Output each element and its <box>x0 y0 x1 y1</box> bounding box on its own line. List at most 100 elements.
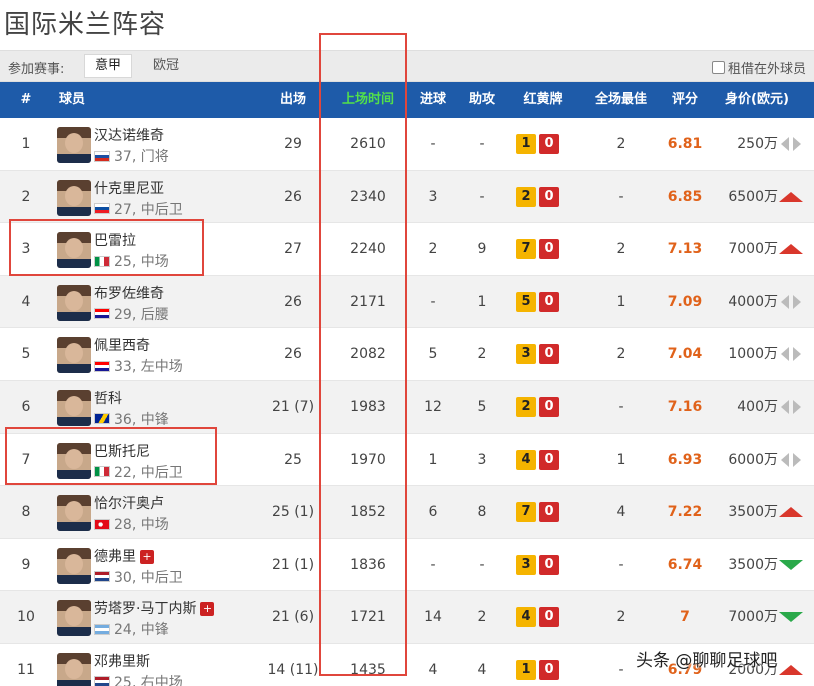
apps-value: 26 <box>284 346 302 363</box>
cards-badges: 10 <box>516 659 559 680</box>
apps-value: 21 (7) <box>271 398 315 415</box>
player-avatar[interactable] <box>57 337 91 374</box>
red-card-count: 0 <box>539 554 559 575</box>
yellow-card-count: 4 <box>516 449 536 470</box>
red-card-count: 0 <box>539 449 559 470</box>
player-age-position: 33, 左中场 <box>114 359 183 376</box>
trend-down-icon <box>779 557 803 573</box>
col-header-motm[interactable]: 全场最佳 <box>586 82 656 118</box>
table-row[interactable]: 9 德弗里 +30, 中后卫 21 (1) 1836 - - 3 0 - 6.74 3500万 <box>0 539 814 592</box>
nationality-flag-icon <box>94 308 110 320</box>
red-card-count: 0 <box>539 239 559 260</box>
market-value: 6500万 <box>728 188 778 205</box>
col-header-player[interactable]: 球员 <box>56 82 88 118</box>
rating-value: 7.09 <box>667 293 703 310</box>
player-avatar[interactable] <box>57 442 91 479</box>
trend-down-icon <box>779 609 803 625</box>
player-avatar[interactable] <box>57 495 91 532</box>
player-avatar[interactable] <box>57 600 91 637</box>
player-name[interactable]: 汉达诺维奇 <box>94 128 164 144</box>
trend-neutral-icon <box>779 452 803 468</box>
competition-filter-bar: 参加赛事: 意甲 欧冠 租借在外球员 <box>0 50 814 82</box>
yellow-card-count: 3 <box>516 344 536 365</box>
red-card-count: 0 <box>539 396 559 417</box>
red-card-count: 0 <box>539 659 559 680</box>
league-tab-ucl[interactable]: 欧冠 <box>142 54 190 78</box>
col-header-assists[interactable]: 助攻 <box>460 82 504 118</box>
player-name[interactable]: 哲科 <box>94 391 122 407</box>
loan-players-toggle[interactable]: 租借在外球员 <box>711 58 806 77</box>
apps-value: 14 (11) <box>267 661 319 678</box>
player-age-position: 36, 中锋 <box>114 411 169 428</box>
table-row[interactable]: 4 布罗佐维奇 29, 后腰 26 2171 - 1 5 0 1 7.09 4000万 <box>0 275 814 329</box>
player-name[interactable]: 什克里尼亚 <box>94 181 164 197</box>
player-age-position: 30, 中后卫 <box>114 569 183 586</box>
nationality-flag-icon <box>94 413 110 425</box>
table-row[interactable]: 6 哲科 36, 中锋 21 (7) 1983 12 5 2 0 - 7.16 400万 <box>0 380 814 434</box>
watermark: 头条 @聊聊足球吧 <box>636 651 778 671</box>
col-header-number[interactable]: # <box>14 82 38 118</box>
table-row[interactable]: 3 巴雷拉 25, 中场 27 2240 2 9 7 0 2 7.13 7000万 <box>0 223 814 276</box>
player-age-position: 25, 右中场 <box>114 674 183 686</box>
goals-value: - <box>430 556 436 573</box>
cards-badges: 50 <box>516 291 559 312</box>
assists-value: - <box>479 556 485 573</box>
table-row[interactable]: 2 什克里尼亚 27, 中后卫 26 2340 3-2 0-6.85 6500万 <box>0 170 814 224</box>
cards-badges: 30 <box>516 554 559 575</box>
table-row[interactable]: 1 汉达诺维奇 37, 门将 29 2610- -1 0 2 6.81 250万 <box>0 118 814 171</box>
player-name[interactable]: 巴斯托尼 <box>94 444 150 460</box>
col-header-rating[interactable]: 评分 <box>662 82 708 118</box>
assists-value: 8 <box>477 504 487 521</box>
player-name[interactable]: 邓弗里斯 <box>94 654 150 670</box>
player-name[interactable]: 巴雷拉 <box>94 233 136 249</box>
col-header-goals[interactable]: 进球 <box>411 82 455 118</box>
motm-value: 4 <box>616 504 626 521</box>
player-avatar[interactable] <box>57 232 91 269</box>
assists-value: - <box>479 136 485 152</box>
player-name[interactable]: 恰尔汗奥卢 <box>94 496 164 512</box>
market-value: 250万 <box>737 136 778 152</box>
table-header: # 球员 出场 上场时间 进球 助攻 红黄牌 全场最佳 评分 身价(欧元) <box>0 82 814 118</box>
player-avatar[interactable] <box>57 547 91 584</box>
player-avatar[interactable] <box>57 284 91 321</box>
goals-value: 1 <box>428 451 438 468</box>
assists-value: - <box>479 188 485 205</box>
minutes-value: 1836 <box>350 556 386 573</box>
player-age-position: 24, 中锋 <box>114 622 169 639</box>
goals-value: 4 <box>428 661 438 678</box>
yellow-card-count: 4 <box>516 607 536 628</box>
minutes-value: 2610 <box>350 136 386 152</box>
player-avatar[interactable] <box>57 179 91 216</box>
player-number: 10 <box>17 609 35 626</box>
trend-up-icon <box>779 241 803 257</box>
table-row[interactable]: 10 劳塔罗·马丁内斯 +24, 中锋 21 (6) 1721 14 2 4 0 2 7 7000万 <box>0 591 814 644</box>
col-header-minutes[interactable]: 上场时间 <box>330 82 406 118</box>
market-value: 3500万 <box>728 556 778 573</box>
minutes-value: 2340 <box>350 188 386 205</box>
apps-value: 21 (1) <box>271 556 315 573</box>
player-name[interactable]: 布罗佐维奇 <box>94 286 164 302</box>
minutes-value: 2082 <box>350 346 386 363</box>
table-row[interactable]: 5 佩里西奇 33, 左中场 26 2082 5 2 3 0 2 7.04 1000万 <box>0 328 814 381</box>
nationality-flag-icon <box>94 623 110 635</box>
player-age-position: 22, 中后卫 <box>114 464 183 481</box>
player-avatar[interactable] <box>57 652 91 686</box>
player-avatar[interactable] <box>57 389 91 426</box>
player-name[interactable]: 德弗里 <box>94 549 136 565</box>
col-header-market-value[interactable]: 身价(欧元) <box>712 82 802 118</box>
col-header-apps[interactable]: 出场 <box>270 82 316 118</box>
loan-checkbox[interactable] <box>711 61 725 74</box>
player-name[interactable]: 佩里西奇 <box>94 338 150 354</box>
player-avatar[interactable] <box>57 127 91 163</box>
player-name[interactable]: 劳塔罗·马丁内斯 <box>94 601 196 617</box>
league-tab-serie-a[interactable]: 意甲 <box>84 54 133 78</box>
nationality-flag-icon <box>94 150 110 162</box>
player-number: 2 <box>21 188 31 205</box>
rating-value: 7.16 <box>667 398 703 415</box>
cards-badges: 30 <box>516 344 559 365</box>
table-row[interactable]: 8 恰尔汗奥卢 28, 中场 25 (1) 1852 6 8 7 0 4 7.22 3500万 <box>0 486 814 539</box>
col-header-cards[interactable]: 红黄牌 <box>510 82 576 118</box>
motm-value: 1 <box>616 293 626 310</box>
table-row[interactable]: 7 巴斯托尼 22, 中后卫 25 1970 1 3 4 0 1 6.93 6000万 <box>0 434 814 487</box>
cards-badges: 20 <box>516 186 559 207</box>
